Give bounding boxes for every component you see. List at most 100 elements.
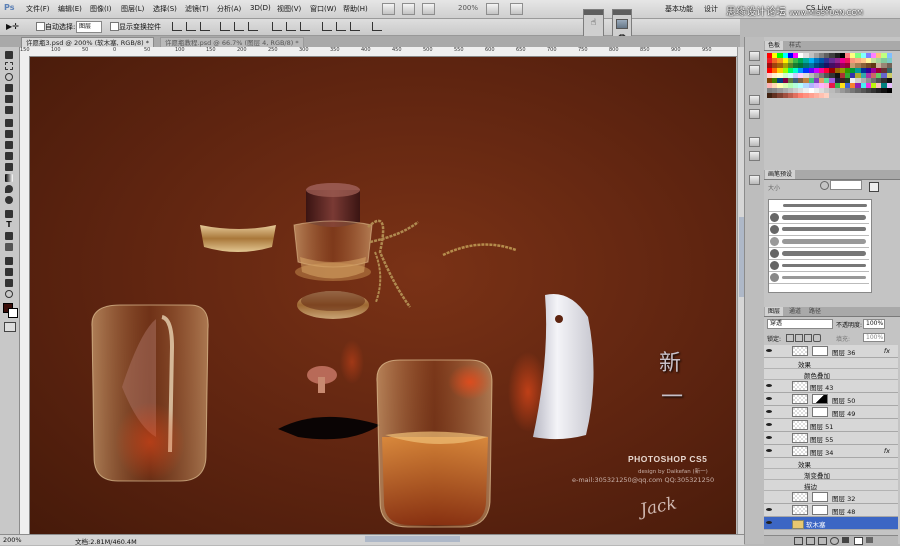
layer-mask-thumbnail[interactable] xyxy=(812,407,828,417)
tab-document-2[interactable]: 许愿瓶教程.psd @ 66.7% (图层 4, RGB/8) * xyxy=(160,37,304,47)
auto-select-dropdown[interactable]: 图层 xyxy=(76,21,102,33)
menu-file[interactable]: 文件(F) xyxy=(26,4,50,14)
lock-all-icon[interactable] xyxy=(813,334,821,342)
brush-size-reset-icon[interactable] xyxy=(820,181,829,190)
visibility-eye-icon[interactable] xyxy=(766,507,772,513)
gradient-tool-icon[interactable] xyxy=(3,173,15,183)
align-bottom-icon[interactable] xyxy=(200,22,210,31)
quick-select-tool-icon[interactable] xyxy=(3,83,15,93)
align-top-icon[interactable] xyxy=(172,22,182,31)
tab-styles[interactable]: 样式 xyxy=(786,41,804,50)
visibility-eye-icon[interactable] xyxy=(766,520,772,526)
healing-brush-tool-icon[interactable] xyxy=(3,118,15,128)
visibility-eye-icon[interactable] xyxy=(766,435,772,441)
layer-row[interactable]: 图层 36 fx xyxy=(764,345,898,358)
arrange-documents-icon[interactable] xyxy=(486,3,499,15)
move-tool-icon[interactable] xyxy=(3,50,15,60)
document-canvas[interactable]: 新 一 PHOTOSHOP CS5 design by Daikefan (新一… xyxy=(30,57,736,534)
layer-row[interactable]: 图层 49 xyxy=(764,406,898,419)
workspace-design[interactable]: 设计 xyxy=(704,4,718,14)
layer-row[interactable]: 图层 50 xyxy=(764,393,898,406)
brush-size-input[interactable] xyxy=(830,180,862,190)
horizontal-scroll-thumb[interactable] xyxy=(365,536,460,542)
menu-filter[interactable]: 滤镜(T) xyxy=(185,4,209,14)
pen-tool-icon[interactable] xyxy=(3,209,15,219)
bridge-icon[interactable] xyxy=(382,3,395,15)
brush-preset[interactable] xyxy=(769,236,869,248)
menu-3d[interactable]: 3D(D) xyxy=(250,4,271,12)
layer-fx-badge[interactable]: fx xyxy=(884,447,890,455)
visibility-eye-icon[interactable] xyxy=(766,348,772,354)
brush-preset[interactable] xyxy=(769,200,869,212)
crop-tool-icon[interactable] xyxy=(3,94,15,104)
menu-view[interactable]: 视图(V) xyxy=(277,4,301,14)
layer-row[interactable]: 图层 51 xyxy=(764,419,898,432)
layer-effect-row[interactable]: 颜色叠加 xyxy=(764,369,898,380)
align-left-icon[interactable] xyxy=(220,22,230,31)
opacity-input[interactable]: 100% xyxy=(863,319,885,329)
path-selection-tool-icon[interactable] xyxy=(3,231,15,241)
tab-document-1[interactable]: 许愿瓶3.psd @ 200% (软木塞, RGB/8) * xyxy=(21,37,154,47)
adjustments-panel-icon[interactable] xyxy=(749,137,760,147)
blend-mode-dropdown[interactable]: 穿透 xyxy=(767,319,833,329)
3d-orbit-tool-icon[interactable] xyxy=(3,267,15,277)
layer-mask-thumbnail[interactable] xyxy=(812,505,828,515)
brush-preset[interactable] xyxy=(769,272,869,284)
tab-layers[interactable]: 图层 xyxy=(765,307,784,316)
menu-help[interactable]: 帮助(H) xyxy=(343,4,368,14)
brush-preset[interactable] xyxy=(769,248,869,260)
layer-row[interactable]: 图层 55 xyxy=(764,432,898,445)
layers-list[interactable]: 图层 36 fx 效果 颜色叠加 图层 43 图层 50 图层 49 图层 51 图层 55 图层… xyxy=(764,345,898,535)
layer-effect-row[interactable]: 效果 xyxy=(764,458,898,469)
show-transform-checkbox[interactable] xyxy=(110,22,119,31)
tab-brush-presets[interactable]: 画笔预设 xyxy=(765,170,796,179)
zoom-level[interactable]: 200% xyxy=(458,4,478,12)
menu-analysis[interactable]: 分析(A) xyxy=(217,4,241,14)
swatch-grid[interactable] xyxy=(767,53,892,98)
align-center-icon[interactable] xyxy=(234,22,244,31)
lock-transparency-icon[interactable] xyxy=(786,334,794,342)
dodge-tool-icon[interactable] xyxy=(3,195,15,205)
menu-edit[interactable]: 编辑(E) xyxy=(58,4,82,14)
distribute-hcenter-icon[interactable] xyxy=(336,22,346,31)
lock-pixels-icon[interactable] xyxy=(795,334,803,342)
eraser-tool-icon[interactable] xyxy=(3,162,15,172)
menu-select[interactable]: 选择(S) xyxy=(153,4,177,14)
hand-pointer-icon[interactable]: ☝ xyxy=(584,18,603,28)
layer-row[interactable]: 图层 34 fx xyxy=(764,445,898,458)
character-panel-icon[interactable] xyxy=(749,95,760,105)
zoom-tool-icon[interactable] xyxy=(3,289,15,299)
masks-panel-icon[interactable] xyxy=(749,151,760,161)
menu-layer[interactable]: 图层(L) xyxy=(121,4,144,14)
history-panel-icon[interactable] xyxy=(749,51,760,61)
lock-position-icon[interactable] xyxy=(804,334,812,342)
brush-preset-list[interactable] xyxy=(768,199,872,293)
visibility-eye-icon[interactable] xyxy=(766,383,772,389)
visibility-eye-icon[interactable] xyxy=(766,494,772,500)
auto-select-checkbox[interactable] xyxy=(36,22,45,31)
layer-effect-row[interactable]: 描边 xyxy=(764,480,898,491)
brush-panel-menu-icon[interactable] xyxy=(869,182,879,192)
visibility-eye-icon[interactable] xyxy=(766,409,772,415)
visibility-eye-icon[interactable] xyxy=(766,448,772,454)
screen-mode-icon[interactable] xyxy=(510,3,523,15)
distribute-bottom-icon[interactable] xyxy=(300,22,310,31)
actions-panel-icon[interactable] xyxy=(749,65,760,75)
tab-channels[interactable]: 通道 xyxy=(786,307,804,316)
layer-row[interactable]: 图层 43 xyxy=(764,380,898,393)
shape-tool-icon[interactable] xyxy=(3,242,15,252)
brush-tool-icon[interactable] xyxy=(3,129,15,139)
layer-group-row[interactable]: 软木塞 xyxy=(764,517,898,530)
eyedropper-tool-icon[interactable] xyxy=(3,105,15,115)
history-brush-tool-icon[interactable] xyxy=(3,151,15,161)
layer-mask-thumbnail[interactable] xyxy=(812,346,828,356)
marquee-tool-icon[interactable] xyxy=(3,61,15,71)
align-middle-icon[interactable] xyxy=(186,22,196,31)
layer-mask-thumbnail[interactable] xyxy=(812,492,828,502)
auto-align-icon[interactable] xyxy=(372,22,382,31)
hand-tool-icon[interactable] xyxy=(3,278,15,288)
move-tool-icon[interactable]: ▶✛ xyxy=(6,22,19,31)
delete-layer-icon[interactable] xyxy=(866,537,873,543)
tab-swatches[interactable]: 色板 xyxy=(765,41,784,50)
menu-image[interactable]: 图像(I) xyxy=(90,4,112,14)
